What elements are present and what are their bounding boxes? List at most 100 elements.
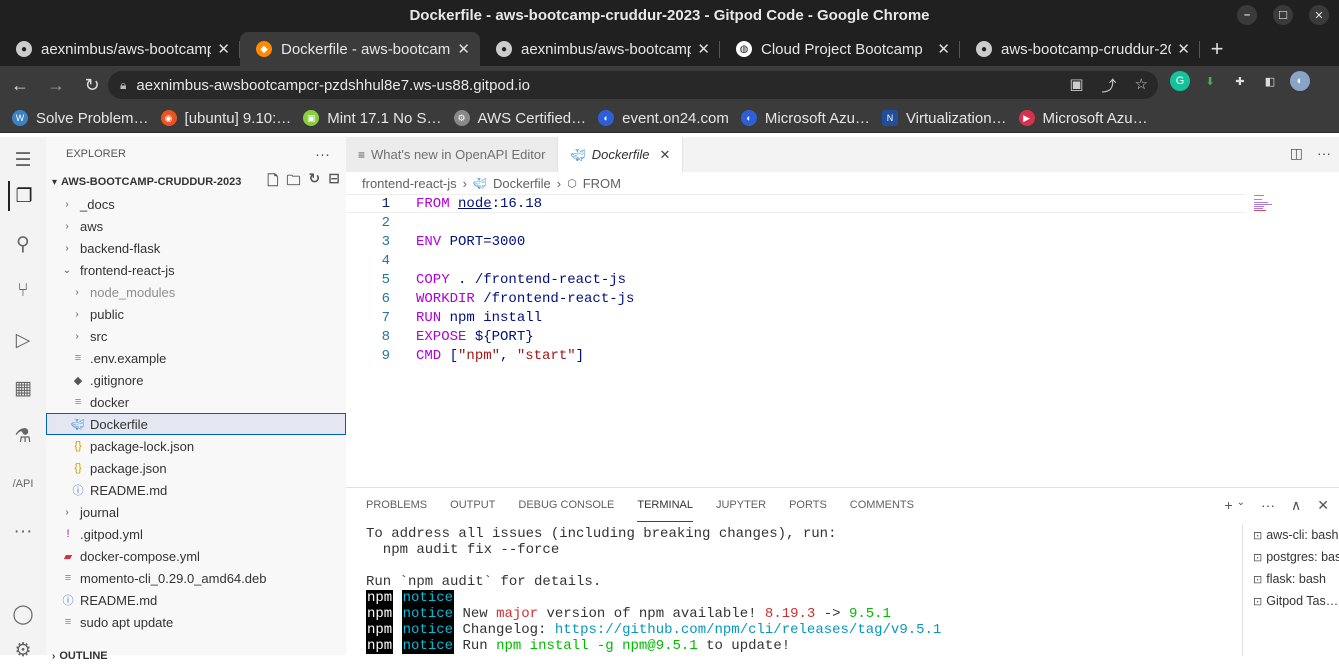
file-item[interactable]: ≡ docker — [46, 391, 346, 413]
star-bookmark-icon[interactable]: ☆ — [1135, 75, 1148, 96]
outline-section-header[interactable]: › OUTLINE — [46, 645, 346, 667]
folder-item[interactable]: › aws — [46, 215, 346, 237]
breadcrumb-item[interactable]: Dockerfile — [493, 176, 551, 191]
file-item[interactable]: {} package.json — [46, 457, 346, 479]
panel-tab-ports[interactable]: PORTS — [789, 488, 827, 522]
testing-icon[interactable]: ⚗ — [8, 421, 38, 451]
close-icon[interactable]: ✕ — [660, 147, 671, 163]
breadcrumb-item[interactable]: frontend-react-js — [362, 176, 457, 191]
menu-icon[interactable]: ☰ — [8, 145, 38, 175]
close-tab-icon[interactable]: ✕ — [457, 40, 470, 58]
new-terminal-icon[interactable]: + — [1224, 497, 1232, 514]
editor-tab[interactable]: 🐳︎ Dockerfile ✕ — [558, 137, 684, 172]
file-item[interactable]: ⓘ README.md — [46, 479, 346, 501]
browser-tab[interactable]: ◆ Dockerfile - aws-bootcamp ✕ — [240, 32, 480, 66]
file-item[interactable]: ◆ .gitignore — [46, 369, 346, 391]
panel-more-icon[interactable]: ··· — [1261, 497, 1275, 514]
file-item[interactable]: ≡ momento-cli_0.29.0_amd64.deb — [46, 567, 346, 589]
folder-item[interactable]: › backend-flask — [46, 237, 346, 259]
run-debug-icon[interactable]: ▷ — [8, 325, 38, 355]
file-item[interactable]: ▰ docker-compose.yml — [46, 545, 346, 567]
close-panel-icon[interactable]: ✕ — [1317, 497, 1329, 514]
close-tab-icon[interactable]: ✕ — [697, 40, 710, 58]
workspace-section-header[interactable]: ▾ AWS-BOOTCAMP-CRUDDUR-2023 🗋︎ 🗀︎ ↻ ⊟ — [46, 170, 346, 194]
panel-tab-jupyter[interactable]: JUPYTER — [716, 488, 766, 522]
folder-item[interactable]: › journal — [46, 501, 346, 523]
avatar[interactable]: ◐ — [1290, 71, 1310, 91]
file-item[interactable]: ⓘ README.md — [46, 589, 346, 611]
account-icon[interactable]: ◯ — [8, 599, 38, 629]
folder-item[interactable]: ⌄ frontend-react-js — [46, 259, 346, 281]
minimize-button[interactable]: – — [1237, 5, 1257, 25]
bookmark-item[interactable]: N Virtualization… — [881, 110, 1007, 127]
terminal-list-item[interactable]: ⊡ aws-cli: bash — [1243, 524, 1339, 546]
settings-gear-icon[interactable]: ⚙ — [8, 635, 38, 665]
explorer-more-icon[interactable]: ··· — [315, 146, 330, 163]
browser-tab[interactable]: ◍ Cloud Project Bootcamp ✕ — [720, 32, 960, 66]
share-icon[interactable]: ⤴ — [1102, 75, 1117, 96]
more-views-icon[interactable]: ··· — [8, 517, 38, 547]
refresh-icon[interactable]: ↻ — [309, 170, 321, 194]
side-panel-icon[interactable]: ◧ — [1260, 71, 1280, 91]
terminal-output[interactable]: To address all issues (including breakin… — [366, 526, 1236, 654]
editor-more-icon[interactable]: ··· — [1317, 145, 1331, 162]
breadcrumb-item[interactable]: FROM — [583, 176, 621, 191]
new-tab-button[interactable]: + — [1200, 32, 1234, 66]
page-action-icon[interactable]: ▣ — [1069, 75, 1083, 96]
file-item[interactable]: 🐳︎ Dockerfile — [46, 413, 346, 435]
bookmark-item[interactable]: ◐ Microsoft Azu… — [740, 110, 870, 127]
terminal-dropdown-icon[interactable]: ⌄ — [1237, 497, 1245, 514]
file-item[interactable]: ≡ .env.example — [46, 347, 346, 369]
panel-tab-problems[interactable]: PROBLEMS — [366, 488, 427, 522]
folder-item[interactable]: › src — [46, 325, 346, 347]
close-tab-icon[interactable]: ✕ — [217, 40, 230, 58]
api-icon[interactable]: /API — [8, 469, 38, 499]
maximize-panel-icon[interactable]: ∧ — [1291, 497, 1301, 514]
file-item[interactable]: ! .gitpod.yml — [46, 523, 346, 545]
reload-button[interactable]: ↻ — [76, 69, 108, 101]
minimap[interactable] — [1253, 194, 1281, 214]
explorer-files-icon[interactable]: ❐ — [8, 181, 38, 211]
bookmark-item[interactable]: ◐ event.on24.com — [598, 110, 729, 127]
code-editor[interactable]: 1 FROM node:16.18 2 3 ENV PORT=3000 4 5 COPY . … — [346, 194, 1246, 365]
address-bar[interactable]: 🔒︎ aexnimbus-awsbootcampcr-pzdshhul8e7.w… — [108, 71, 1158, 99]
close-tab-icon[interactable]: ✕ — [937, 40, 950, 58]
folder-item[interactable]: › public — [46, 303, 346, 325]
terminal-list-item[interactable]: ⊡ flask: bash — [1243, 568, 1339, 590]
extensions-icon[interactable]: ▦ — [8, 373, 38, 403]
download-icon[interactable]: ⬇ — [1200, 71, 1220, 91]
bookmark-item[interactable]: ⚙ AWS Certified… — [453, 110, 586, 127]
bookmark-item[interactable]: ▣ Mint 17.1 No S… — [303, 110, 442, 127]
new-folder-icon[interactable]: 🗀︎ — [287, 170, 301, 194]
panel-tab-debug-console[interactable]: DEBUG CONSOLE — [518, 488, 614, 522]
terminal-list-item[interactable]: ⊡ Gitpod Tas… — [1243, 590, 1339, 612]
folder-item[interactable]: › node_modules — [46, 281, 346, 303]
file-item[interactable]: ≡ sudo apt update — [46, 611, 346, 633]
panel-tab-comments[interactable]: COMMENTS — [850, 488, 914, 522]
browser-tab[interactable]: ● aexnimbus/aws-bootcamp ✕ — [0, 32, 240, 66]
editor-tab[interactable]: ≡ What's new in OpenAPI Editor — [346, 137, 559, 172]
file-item[interactable]: {} package-lock.json — [46, 435, 346, 457]
folder-item[interactable]: › _docs — [46, 193, 346, 215]
forward-button[interactable]: → — [40, 69, 72, 101]
search-icon[interactable]: ⚲ — [8, 229, 38, 259]
browser-tab[interactable]: ● aws-bootcamp-cruddur-20 ✕ — [960, 32, 1200, 66]
back-button[interactable]: ← — [4, 69, 36, 101]
maximize-button[interactable]: ☐ — [1273, 5, 1293, 25]
source-control-icon[interactable]: ⑂ — [8, 276, 38, 306]
collapse-all-icon[interactable]: ⊟ — [328, 170, 340, 194]
bookmark-item[interactable]: ▶ Microsoft Azu… — [1018, 110, 1148, 127]
chevron-down-icon: ▾ — [52, 176, 58, 188]
new-file-icon[interactable]: 🗋︎ — [267, 170, 278, 194]
close-window-button[interactable]: ✕ — [1309, 5, 1329, 25]
browser-tab[interactable]: ● aexnimbus/aws-bootcamp ✕ — [480, 32, 720, 66]
panel-tab-output[interactable]: OUTPUT — [450, 488, 495, 522]
grammarly-icon[interactable]: G — [1170, 71, 1190, 91]
puzzle-extensions-icon[interactable]: ✚ — [1230, 71, 1250, 91]
close-tab-icon[interactable]: ✕ — [1177, 40, 1190, 58]
bookmark-item[interactable]: W Solve Problem… — [12, 110, 149, 127]
terminal-list-item[interactable]: ⊡postgres: bash — [1243, 546, 1339, 568]
split-editor-icon[interactable]: ◫ — [1290, 145, 1303, 162]
panel-tab-terminal[interactable]: TERMINAL — [637, 488, 693, 522]
bookmark-item[interactable]: ◉ [ubuntu] 9.10:… — [160, 110, 291, 127]
